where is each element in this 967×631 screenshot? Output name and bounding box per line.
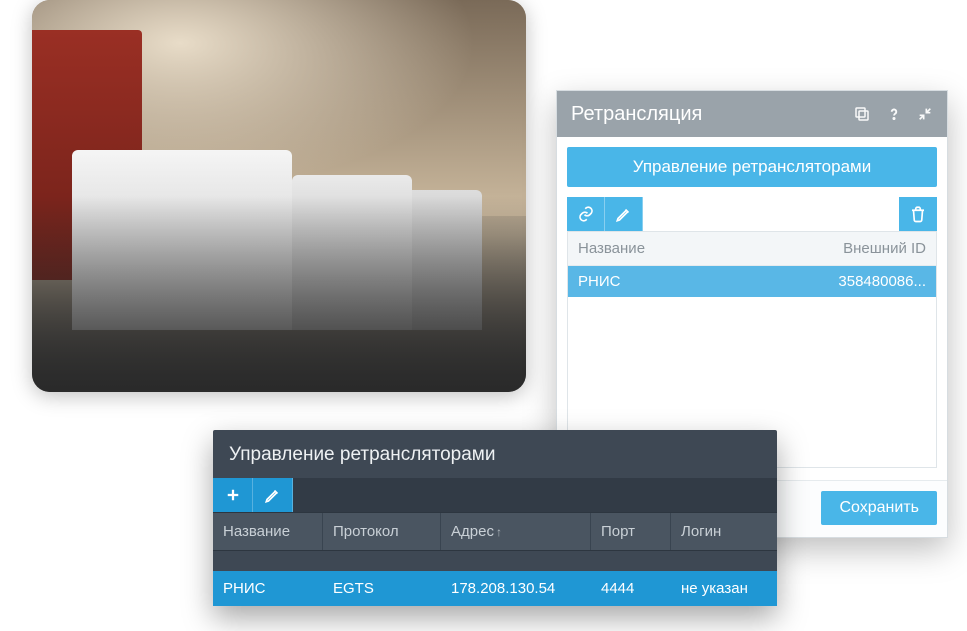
- col-login-header[interactable]: Логин: [671, 513, 777, 550]
- light-toolbar: [567, 197, 937, 231]
- trucks-photo: [32, 0, 526, 392]
- cell-protocol: EGTS: [323, 571, 441, 606]
- cell-extid: 358480086...: [796, 266, 936, 297]
- truck: [292, 175, 412, 330]
- col-name-header[interactable]: Название: [568, 232, 796, 265]
- dark-table-header: Название Протокол Адрес↑ Порт Логин: [213, 512, 777, 551]
- cell-login: не указан: [671, 571, 777, 606]
- manage-repeaters-tab[interactable]: Управление ретрансляторами: [567, 147, 937, 187]
- cell-port: 4444: [591, 571, 671, 606]
- save-button[interactable]: Сохранить: [821, 491, 937, 525]
- cell-address: 178.208.130.54: [441, 571, 591, 606]
- edit-button[interactable]: [605, 197, 643, 231]
- truck: [402, 190, 482, 330]
- table-gap: [213, 551, 777, 571]
- link-button[interactable]: [567, 197, 605, 231]
- help-icon[interactable]: [885, 105, 903, 123]
- cell-name: РНИС: [568, 266, 796, 297]
- add-button[interactable]: [213, 478, 253, 512]
- panel-titlebar: Ретрансляция: [557, 91, 947, 137]
- dark-panel-title: Управление ретрансляторами: [213, 430, 777, 478]
- copy-icon[interactable]: [853, 105, 871, 123]
- col-protocol-header[interactable]: Протокол: [323, 513, 441, 550]
- manage-repeaters-panel: Управление ретрансляторами Название Прот…: [213, 430, 777, 606]
- table-row[interactable]: РНИС 358480086...: [568, 266, 936, 297]
- edit-button[interactable]: [253, 478, 293, 512]
- col-address-header[interactable]: Адрес↑: [441, 513, 591, 550]
- cell-name: РНИС: [213, 571, 323, 606]
- truck: [72, 150, 292, 330]
- panel-title: Ретрансляция: [571, 103, 853, 126]
- sort-asc-icon: ↑: [496, 525, 502, 539]
- col-extid-header[interactable]: Внешний ID: [796, 232, 936, 265]
- dark-toolbar: [213, 478, 777, 512]
- table-row[interactable]: РНИС EGTS 178.208.130.54 4444 не указан: [213, 571, 777, 606]
- delete-button[interactable]: [899, 197, 937, 231]
- collapse-icon[interactable]: [917, 106, 933, 122]
- col-port-header[interactable]: Порт: [591, 513, 671, 550]
- col-name-header[interactable]: Название: [213, 513, 323, 550]
